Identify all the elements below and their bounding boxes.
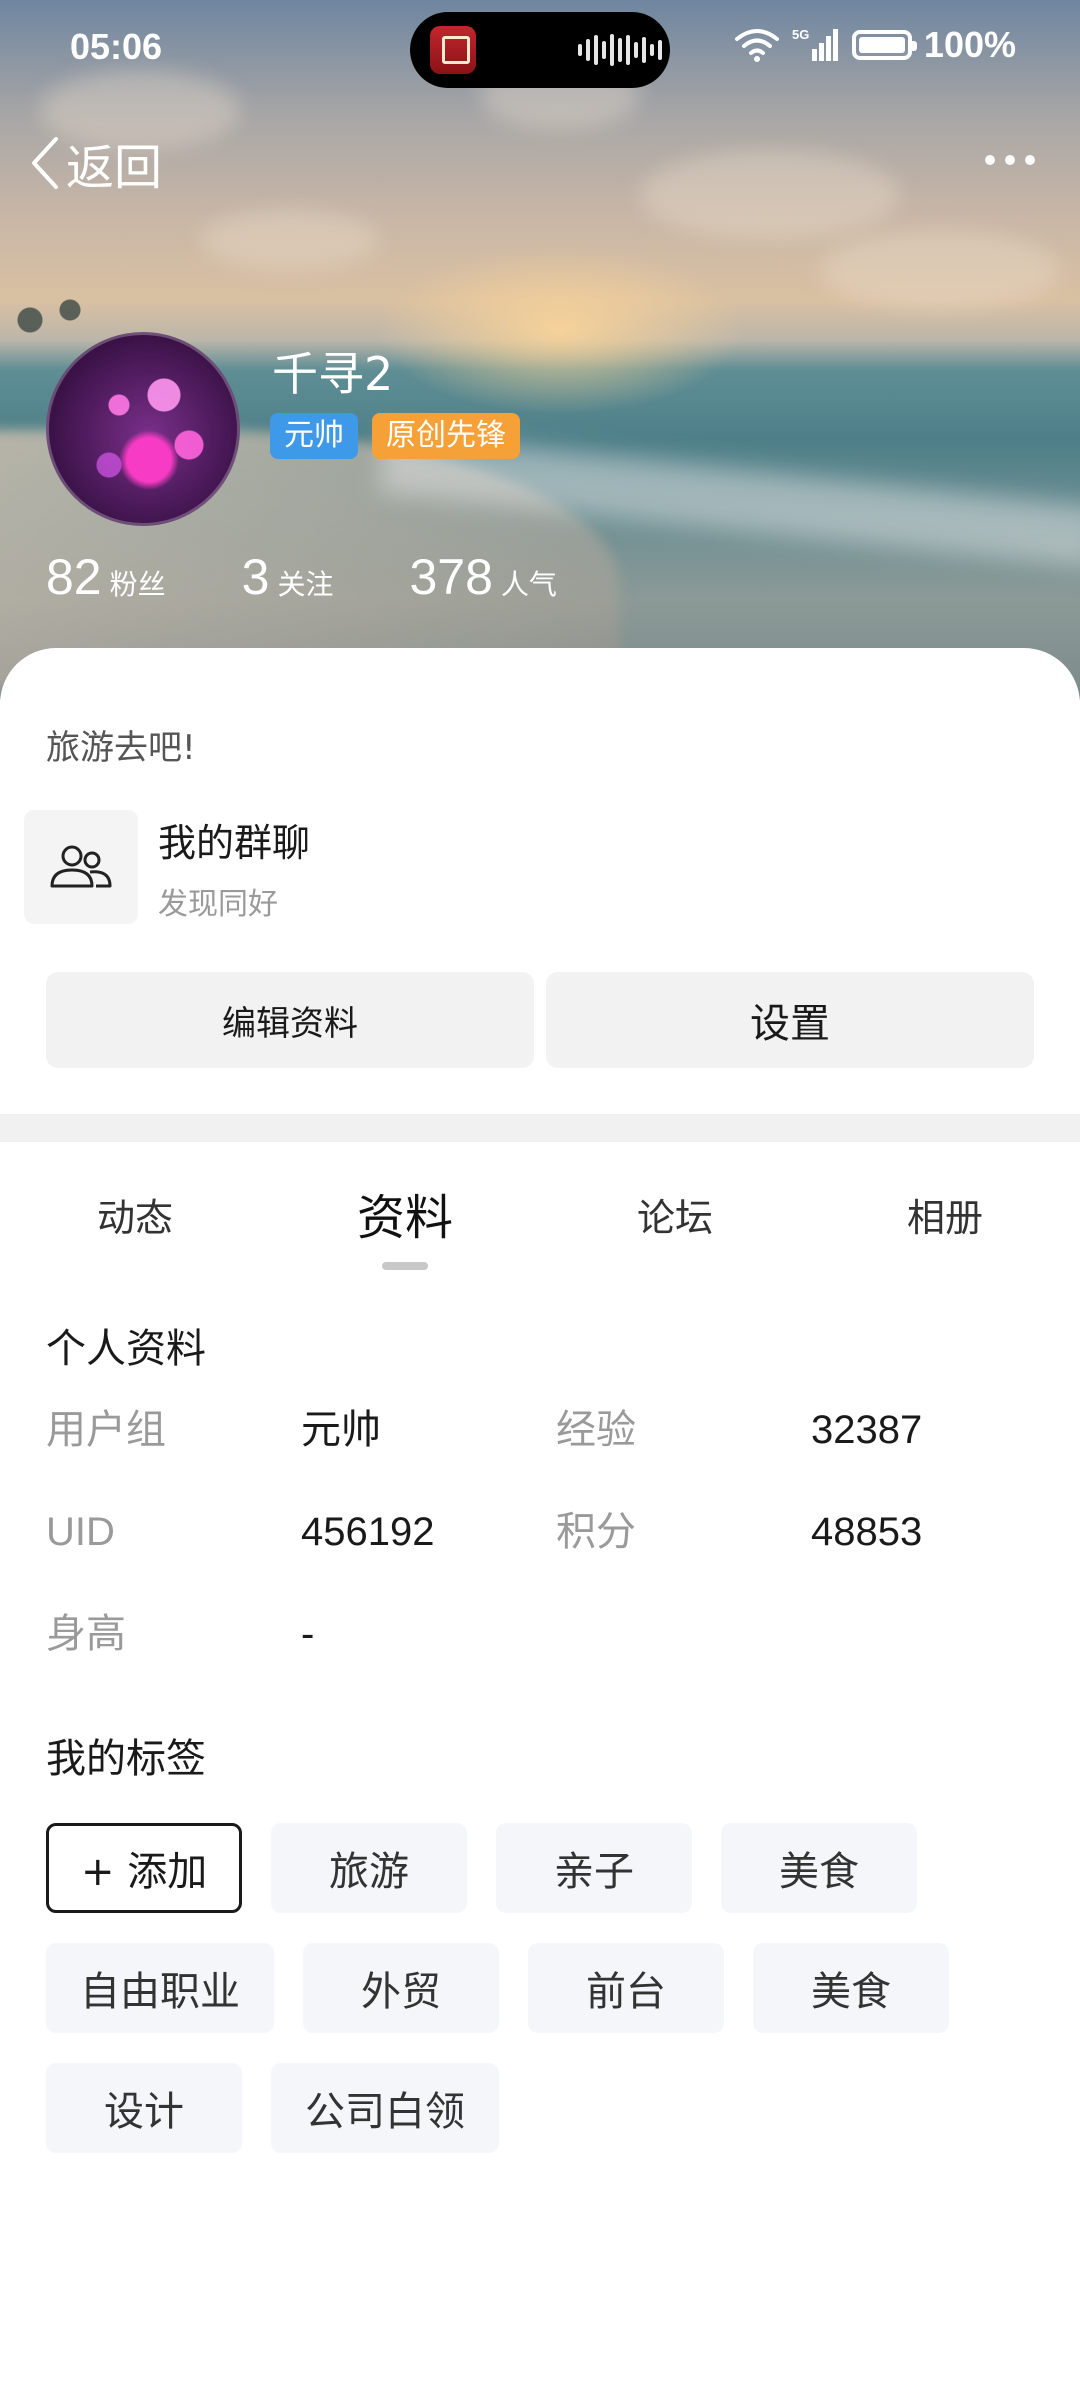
wifi-icon bbox=[734, 29, 779, 62]
group-people-icon bbox=[50, 845, 112, 888]
group-chat-subtitle: 发现同好 bbox=[158, 886, 278, 922]
tab-posts[interactable]: 动态 bbox=[0, 1178, 270, 1258]
stat-label: 关注 bbox=[277, 568, 334, 601]
stats-row: 82 粉丝 3 关注 378 人气 bbox=[46, 548, 633, 606]
stat-following[interactable]: 3 关注 bbox=[242, 548, 334, 606]
tag-chip[interactable]: 亲子 bbox=[496, 1823, 692, 1913]
info-label: 积分 bbox=[556, 1509, 636, 1555]
app-thumbnail-icon bbox=[430, 26, 476, 74]
info-label: 经验 bbox=[556, 1407, 636, 1453]
info-value: 元帅 bbox=[301, 1407, 381, 1453]
rank-badge[interactable]: 元帅 bbox=[270, 413, 358, 459]
badge-list: 元帅 原创先锋 bbox=[270, 413, 520, 459]
info-label: 用户组 bbox=[46, 1407, 166, 1453]
group-chat-title: 我的群聊 bbox=[158, 820, 311, 865]
info-value: - bbox=[301, 1612, 315, 1656]
stat-label: 人气 bbox=[500, 568, 557, 601]
section-divider bbox=[0, 1114, 1080, 1142]
tag-chip[interactable]: 自由职业 bbox=[46, 1943, 274, 2033]
svg-text:5G: 5G bbox=[792, 27, 809, 42]
honor-badge[interactable]: 原创先锋 bbox=[372, 413, 520, 459]
more-button[interactable] bbox=[980, 140, 1040, 180]
tag-chip[interactable]: 外贸 bbox=[303, 1943, 499, 2033]
stat-label: 粉丝 bbox=[109, 568, 166, 601]
info-label: 身高 bbox=[46, 1611, 126, 1657]
tag-chip[interactable]: 美食 bbox=[721, 1823, 917, 1913]
stat-value: 3 bbox=[241, 549, 270, 605]
info-value: 456192 bbox=[301, 1510, 435, 1554]
tab-forum[interactable]: 论坛 bbox=[540, 1178, 810, 1258]
tag-chip[interactable]: 设计 bbox=[46, 2063, 242, 2153]
bio-text: 旅游去吧! bbox=[46, 728, 196, 768]
info-label: UID bbox=[46, 1510, 115, 1554]
dynamic-island[interactable] bbox=[410, 12, 670, 88]
profile-tabs: 动态 资料 论坛 相册 bbox=[0, 1178, 1080, 1258]
personal-info-title: 个人资料 bbox=[46, 1326, 206, 1372]
stat-value: 378 bbox=[409, 549, 493, 605]
chevron-left-icon bbox=[32, 137, 58, 189]
back-button[interactable]: 返回 bbox=[26, 128, 162, 198]
username: 千寻2 bbox=[272, 347, 394, 401]
info-row: 用户组 元帅 经验 32387 bbox=[46, 1400, 1046, 1460]
status-time: 05:06 bbox=[70, 26, 163, 67]
status-indicators: 5G 100% bbox=[734, 24, 1016, 66]
more-dots-icon bbox=[985, 155, 995, 165]
status-bar: 05:06 5G 100% bbox=[0, 0, 1080, 100]
action-buttons: 编辑资料 设置 bbox=[46, 972, 1034, 1068]
profile-card: 旅游去吧! 我的群聊 发现同好 编辑资料 设置 动态 资料 论坛 相册 个人资料… bbox=[0, 648, 1080, 2400]
battery-percent: 100% bbox=[923, 24, 1016, 65]
audio-wave-icon bbox=[578, 34, 662, 66]
group-icon-box bbox=[24, 810, 138, 924]
group-chat-entry[interactable]: 我的群聊 发现同好 bbox=[24, 810, 310, 924]
back-label: 返回 bbox=[66, 140, 163, 196]
stat-popularity[interactable]: 378 人气 bbox=[409, 548, 556, 606]
tab-album[interactable]: 相册 bbox=[810, 1178, 1080, 1258]
active-tab-indicator bbox=[382, 1262, 428, 1270]
tag-chip[interactable]: 美食 bbox=[753, 1943, 949, 2033]
my-tags-title: 我的标签 bbox=[46, 1736, 206, 1782]
stat-value: 82 bbox=[46, 549, 102, 605]
signal-icon: 5G bbox=[792, 27, 838, 61]
add-tag-button[interactable]: + 添加 bbox=[46, 1823, 243, 1913]
tag-chip[interactable]: 前台 bbox=[528, 1943, 724, 2033]
tab-info[interactable]: 资料 bbox=[270, 1178, 540, 1258]
avatar[interactable] bbox=[46, 332, 240, 526]
tag-chip[interactable]: 旅游 bbox=[271, 1823, 467, 1913]
info-row: UID 456192 积分 48853 bbox=[46, 1502, 1046, 1562]
tag-chip[interactable]: 公司白领 bbox=[271, 2063, 499, 2153]
info-value: 48853 bbox=[811, 1510, 923, 1554]
info-row: 身高 - bbox=[46, 1604, 1046, 1664]
profile-page: 05:06 5G 100% 返回 千寻2 元帅 原创先锋 82 粉丝 3 关注 … bbox=[0, 0, 1080, 2400]
info-value: 32387 bbox=[811, 1408, 923, 1452]
edit-profile-button[interactable]: 编辑资料 bbox=[46, 972, 534, 1068]
stat-followers[interactable]: 82 粉丝 bbox=[46, 548, 166, 606]
settings-button[interactable]: 设置 bbox=[546, 972, 1034, 1068]
battery-icon bbox=[851, 30, 917, 60]
